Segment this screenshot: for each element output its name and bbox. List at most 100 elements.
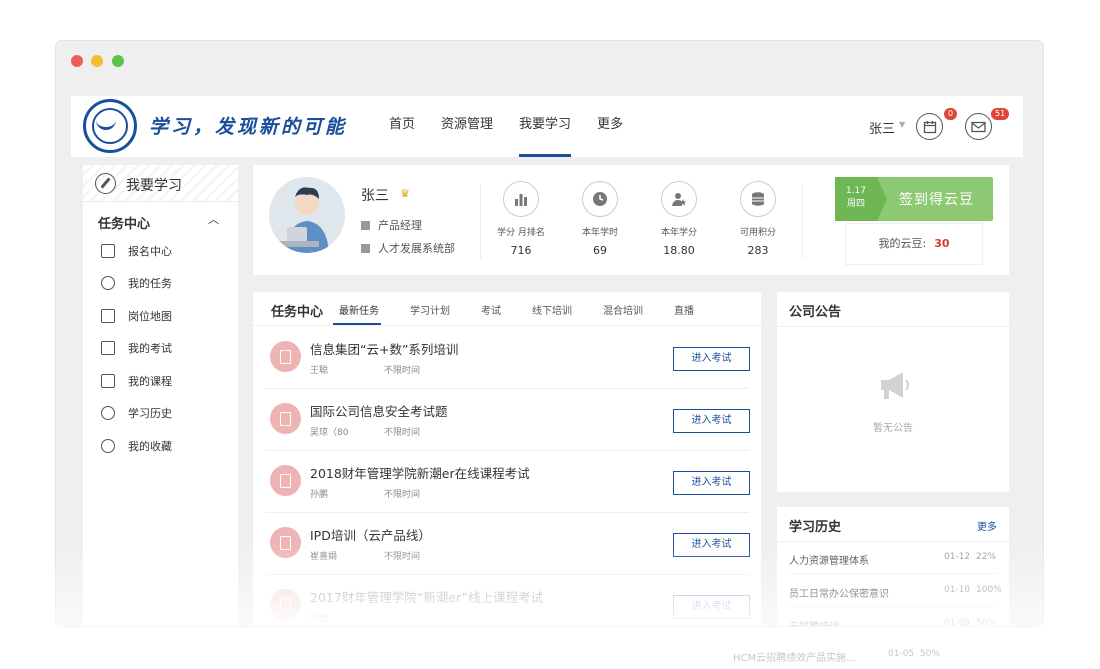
task-title[interactable]: 信息集团“云+数”系列培训	[310, 339, 458, 358]
sidebar-item-label: 我的课程	[128, 375, 172, 388]
task-title[interactable]: 2017财年管理学院“新潮er”线上课程考试	[310, 587, 543, 606]
stat-value: 18.80	[663, 244, 695, 257]
task-title[interactable]: 2018财年管理学院新潮er在线课程考试	[310, 463, 530, 482]
arrow-shape	[877, 177, 887, 221]
signin-weekday: 周四	[846, 199, 865, 209]
map-pin-icon	[101, 309, 115, 323]
task-item[interactable]: 信息集团“云+数”系列培训 王聪 不限时间 进入考试	[265, 327, 750, 389]
enter-exam-button[interactable]: 进入考试	[673, 533, 750, 557]
close-window-button[interactable]	[71, 55, 83, 67]
task-item[interactable]: 2018财年管理学院新潮er在线课程考试 孙鹏 不限时间 进入考试	[265, 451, 750, 513]
task-tabs: 任务中心 最新任务 学习计划 考试 线下培训 混合培训 直播	[253, 292, 761, 326]
history-title: 学习历史	[789, 520, 842, 535]
task-item[interactable]: 2017财年管理学院“新潮er”线上课程考试 张蕾 进入考试	[265, 575, 750, 626]
calendar-icon[interactable]	[916, 113, 943, 140]
nav-resource-management[interactable]: 资源管理	[441, 96, 493, 157]
user-menu[interactable]: 张三	[869, 118, 895, 137]
caret-down-icon[interactable]: ▼	[899, 120, 905, 129]
enter-exam-button[interactable]: 进入考试	[673, 409, 750, 433]
minimize-window-button[interactable]	[91, 55, 103, 67]
clock-icon	[582, 181, 618, 217]
divider	[777, 326, 1009, 327]
task-center-title: 任务中心	[271, 305, 324, 320]
task-person: 张蕾	[310, 614, 329, 624]
sidebar: 我要学习 任务中心 ︿ 报名中心 我的任务 岗位地图 我的考试 我的课程 学习历…	[83, 165, 238, 626]
avatar[interactable]	[269, 177, 345, 253]
stat-monthly-rank[interactable]: 学分 月排名 716	[486, 181, 556, 257]
tab-study-plan[interactable]: 学习计划	[410, 302, 450, 317]
sidebar-item-job-map[interactable]: 岗位地图	[101, 308, 172, 324]
history-course: 人力资源管理体系	[789, 556, 869, 567]
profile-department-text: 人才发展系统部	[378, 242, 455, 255]
enter-exam-button[interactable]: 进入考试	[673, 595, 750, 619]
compass-icon	[101, 276, 115, 290]
tab-mixed-training[interactable]: 混合培训	[603, 302, 643, 317]
company-notice-panel: 公司公告 暂无公告	[777, 292, 1009, 492]
history-row[interactable]: 云招聘培训 01-09 50%	[789, 608, 997, 626]
maximize-window-button[interactable]	[112, 55, 124, 67]
sidebar-item-favorites[interactable]: 我的收藏	[101, 438, 172, 454]
mail-icon[interactable]	[965, 113, 992, 140]
history-icon	[101, 406, 115, 420]
sidebar-item-my-exams[interactable]: 我的考试	[101, 340, 172, 356]
history-course: 云招聘培训	[789, 618, 839, 626]
stat-label: 本年学时	[581, 228, 618, 238]
chevron-up-icon[interactable]: ︿	[208, 211, 219, 227]
sidebar-item-registration[interactable]: 报名中心	[101, 243, 172, 259]
history-row[interactable]: HCM云招聘绩效产品实施... 01-05 50%	[733, 649, 941, 664]
task-time: 不限时间	[384, 552, 421, 562]
notice-title: 公司公告	[789, 305, 842, 320]
university-logo[interactable]	[83, 99, 137, 153]
megaphone-icon	[875, 366, 913, 404]
yundou-value: 30	[934, 237, 950, 250]
tab-live[interactable]: 直播	[674, 302, 694, 317]
mail-badge: 51	[991, 108, 1010, 120]
sidebar-header: 我要学习	[83, 165, 238, 202]
sidebar-item-my-courses[interactable]: 我的课程	[101, 373, 172, 389]
signin-button[interactable]: 1.17 周四 签到得云豆	[835, 177, 993, 221]
sidebar-group-task-center[interactable]: 任务中心	[98, 213, 150, 232]
enter-exam-button[interactable]: 进入考试	[673, 471, 750, 495]
tab-latest-tasks[interactable]: 最新任务	[339, 302, 379, 317]
sidebar-item-label: 岗位地图	[128, 310, 172, 323]
window-titlebar	[56, 41, 1043, 96]
stat-label: 学分 月排名	[497, 228, 545, 238]
nav-home[interactable]: 首页	[389, 96, 415, 157]
divider	[802, 185, 803, 259]
empty-notice-text: 暂无公告	[873, 423, 913, 434]
task-center-panel: 任务中心 最新任务 学习计划 考试 线下培训 混合培训 直播 信息集团“云+数”…	[253, 292, 761, 626]
book-icon	[101, 374, 115, 388]
stat-value: 69	[593, 244, 607, 257]
task-item[interactable]: IPD培训（云产品线） 崔喜娟 不限时间 进入考试	[265, 513, 750, 575]
divider	[480, 185, 481, 259]
stat-available-points[interactable]: 可用积分 283	[723, 181, 793, 257]
task-time: 不限时间	[384, 428, 421, 438]
task-person: 崔喜娟	[310, 552, 338, 562]
compass-icon	[95, 173, 116, 194]
stat-value: 716	[510, 244, 532, 257]
task-title[interactable]: IPD培训（云产品线）	[310, 525, 431, 544]
profile-position-text: 产品经理	[378, 219, 422, 232]
nav-more[interactable]: 更多	[597, 96, 623, 157]
stat-yearly-credits[interactable]: 本年学分 18.80	[644, 181, 714, 257]
task-person: 孙鹏	[310, 490, 329, 500]
stat-label: 可用积分	[739, 228, 776, 238]
sidebar-item-my-tasks[interactable]: 我的任务	[101, 275, 172, 291]
history-row[interactable]: 员工日常办公保密意识 01-10 100%	[789, 575, 1002, 607]
browser-window: 学习，发现新的可能 首页 资源管理 我要学习 更多 张三 ▼ 0 51 我要学习…	[56, 41, 1043, 626]
tab-offline-training[interactable]: 线下培训	[532, 302, 572, 317]
enter-exam-button[interactable]: 进入考试	[673, 347, 750, 371]
history-course: 员工日常办公保密意识	[789, 589, 889, 600]
task-item[interactable]: 国际公司信息安全考试题 吴琼（80 不限时间 进入考试	[265, 389, 750, 451]
nav-my-learning[interactable]: 我要学习	[519, 96, 572, 157]
sidebar-item-label: 我的收藏	[128, 440, 172, 453]
sidebar-item-label: 学习历史	[128, 407, 172, 420]
history-row[interactable]: 人力资源管理体系 01-12 22%	[789, 542, 997, 574]
tab-exam[interactable]: 考试	[481, 302, 501, 317]
stat-yearly-hours[interactable]: 本年学时 69	[565, 181, 635, 257]
history-date: 01-12	[944, 552, 971, 562]
history-more-link[interactable]: 更多	[977, 518, 997, 533]
task-title[interactable]: 国际公司信息安全考试题	[310, 401, 448, 420]
signin-date-text: 1.17	[845, 186, 867, 196]
sidebar-item-history[interactable]: 学习历史	[101, 405, 172, 421]
